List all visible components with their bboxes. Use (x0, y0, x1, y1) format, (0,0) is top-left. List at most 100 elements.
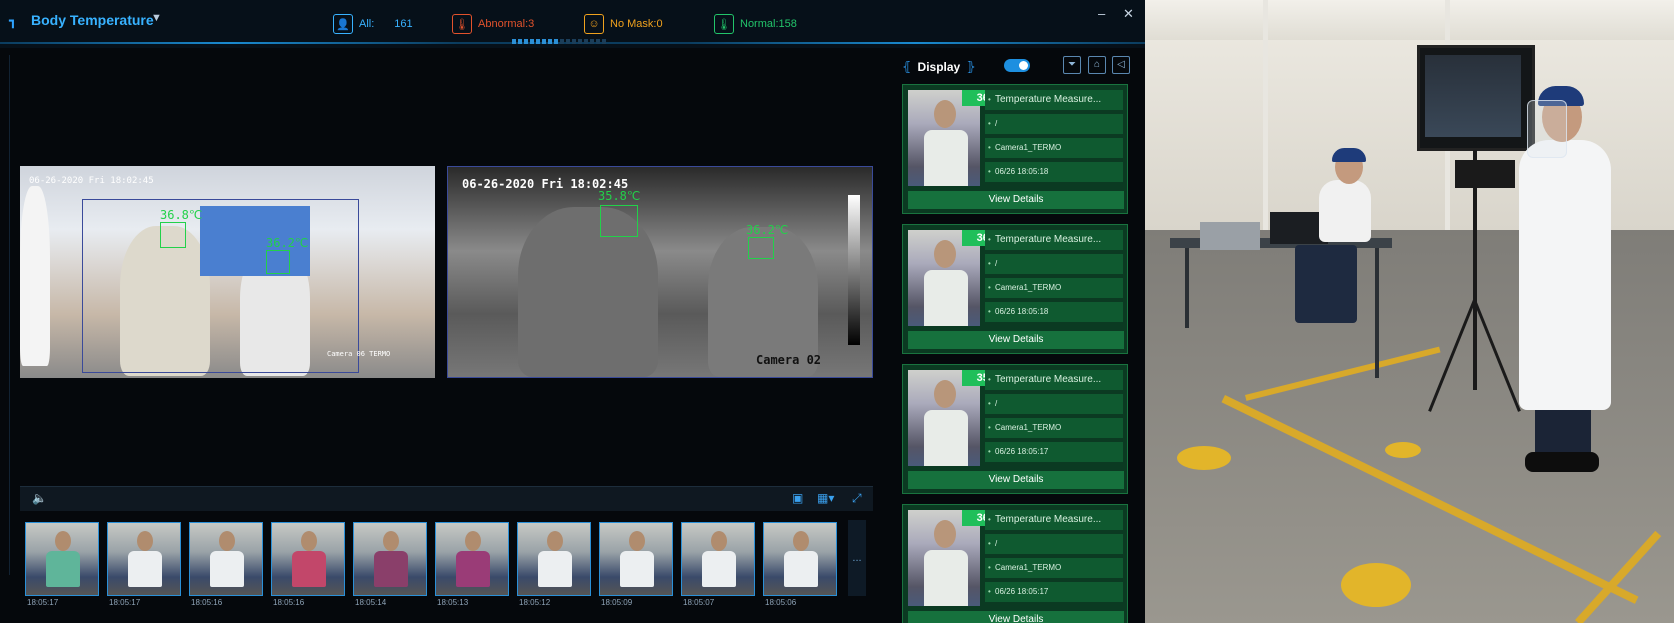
cam1-timestamp: 06-26-2020 Fri 18:02:45 (29, 176, 154, 186)
mask-face-icon: ☺ (584, 14, 604, 34)
face-box (266, 250, 290, 274)
capture-thumbnail[interactable]: 18:05:16 (187, 520, 265, 610)
thumbnail-image (271, 522, 345, 596)
thumbnail-time: 18:05:14 (355, 598, 387, 607)
page-indicator (512, 39, 606, 44)
event-type: Temperature Measure... (985, 510, 1123, 530)
layout-icon[interactable]: ▦▾ (817, 491, 834, 505)
display-header: ⦃ Display ⦄ (902, 59, 976, 74)
event-camera: Camera1_TERMO (985, 418, 1123, 438)
capture-thumbnail[interactable]: 18:05:07 (679, 520, 757, 610)
more-thumbnails-button[interactable]: ... (848, 520, 866, 596)
event-camera: Camera1_TERMO (985, 138, 1123, 158)
stat-all-value: 161 (394, 18, 413, 30)
thumbnail-image (517, 522, 591, 596)
thumbnail-image (189, 522, 263, 596)
thermal-scale-bar (848, 195, 860, 345)
thumbnail-time: 18:05:17 (27, 598, 59, 607)
thumbnail-time: 18:05:13 (437, 598, 469, 607)
view-details-button[interactable]: View Details (908, 331, 1124, 349)
stat-normal: 🌡 Normal:158 (714, 14, 797, 34)
temperature-event-card[interactable]: 36.3 °CTemperature Measure.../Camera1_TE… (902, 224, 1128, 354)
minimize-button[interactable]: – (1098, 6, 1105, 21)
event-time: 06/26 18:05:17 (985, 442, 1123, 462)
thumbnail-image (599, 522, 673, 596)
playback-control-bar: 🔈 ▣ ▦▾ ⤢ (20, 486, 873, 511)
thermal-camera (1455, 160, 1515, 188)
thumbnail-time: 18:05:12 (519, 598, 551, 607)
temperature-event-card[interactable]: 35.2 °CTemperature Measure.../Camera1_TE… (902, 364, 1128, 494)
event-value: / (985, 254, 1123, 274)
view-details-button[interactable]: View Details (908, 471, 1124, 489)
display-label: Display (917, 60, 961, 74)
event-panel: ⦃Display⦄ ⏷ ⌂ ◁ 36.0 °CTemperature Measu… (888, 55, 1138, 623)
thumbnail-shirt (456, 551, 490, 587)
camera-view-visible[interactable]: 36.8℃ 36.2℃ 06-26-2020 Fri 18:02:45 Came… (20, 166, 435, 378)
sound-icon[interactable]: ◁ (1112, 56, 1130, 74)
event-type: Temperature Measure... (985, 370, 1123, 390)
capture-thumbnail[interactable]: 18:05:14 (351, 520, 429, 610)
distance-marker (1177, 446, 1231, 470)
thermometer-normal-icon: 🌡 (714, 14, 734, 34)
close-button[interactable]: ✕ (1123, 6, 1134, 22)
stat-normal-text: Normal:158 (740, 18, 797, 30)
thumbnail-image (25, 522, 99, 596)
event-camera: Camera1_TERMO (985, 558, 1123, 578)
thumbnail-image (763, 522, 837, 596)
title-dropdown-icon[interactable]: ▼ (151, 12, 162, 24)
event-type: Temperature Measure... (985, 90, 1123, 110)
thumbnail-image (107, 522, 181, 596)
capture-thumbnail[interactable]: 18:05:17 (105, 520, 183, 610)
event-value: / (985, 394, 1123, 414)
menu-corner-icon: ┓ (9, 13, 17, 28)
capture-thumbnail[interactable]: 18:05:17 (23, 520, 101, 610)
stat-no-mask-text: No Mask:0 (610, 18, 663, 30)
cam2-timestamp: 06-26-2020 Fri 18:02:45 (462, 177, 629, 191)
filter-icon[interactable]: ⏷ (1063, 56, 1081, 74)
thumbnail-time: 18:05:07 (683, 598, 715, 607)
face-shield (1527, 100, 1567, 158)
capture-thumbnail[interactable]: 18:05:09 (597, 520, 675, 610)
temp-label: 36.2℃ (746, 223, 789, 237)
capture-thumbnail[interactable]: 18:05:16 (269, 520, 347, 610)
top-bar: ┓ Body Temperature ▼ 👤 All: 161 🌡 Abnorm… (0, 0, 1145, 48)
temp-label: 35.8℃ (598, 189, 641, 203)
display-toggle[interactable] (1004, 59, 1030, 72)
thumbnail-image (353, 522, 427, 596)
capture-thumbnail[interactable]: 18:05:13 (433, 520, 511, 610)
stat-abnormal-text: Abnormal:3 (478, 18, 535, 30)
seated-operator (1319, 180, 1371, 242)
thumbnail-shirt (538, 551, 572, 587)
camera-view-thermal[interactable]: 35.8℃ 36.2℃ 06-26-2020 Fri 18:02:45 Came… (447, 166, 873, 378)
thumbnail-shirt (784, 551, 818, 587)
view-details-button[interactable]: View Details (908, 191, 1124, 209)
view-details-button[interactable]: View Details (908, 611, 1124, 623)
thumbnail-shirt (46, 551, 80, 587)
temperature-event-card[interactable]: 36.0 °CTemperature Measure.../Camera1_TE… (902, 84, 1128, 214)
body-temperature-app: ┓ Body Temperature ▼ 👤 All: 161 🌡 Abnorm… (0, 0, 1145, 623)
capture-thumbnail[interactable]: 18:05:06 (761, 520, 839, 610)
event-type: Temperature Measure... (985, 230, 1123, 250)
face-box (600, 205, 638, 237)
scene-photograph (1145, 0, 1674, 623)
thumbnail-time: 18:05:16 (273, 598, 305, 607)
stat-abnormal: 🌡 Abnormal:3 (452, 14, 534, 34)
thumbnail-time: 18:05:09 (601, 598, 633, 607)
thumbnail-shirt (702, 551, 736, 587)
temperature-event-card[interactable]: 36.0 °CTemperature Measure.../Camera1_TE… (902, 504, 1128, 623)
capture-thumbnail[interactable]: 18:05:12 (515, 520, 593, 610)
event-time: 06/26 18:05:18 (985, 162, 1123, 182)
fullscreen-icon[interactable]: ⤢ (852, 491, 862, 506)
thumbnail-shirt (210, 551, 244, 587)
temp-label: 36.8℃ (160, 208, 203, 222)
thermometer-alert-icon: 🌡 (452, 14, 472, 34)
thumbnail-image (435, 522, 509, 596)
thumbnail-shirt (292, 551, 326, 587)
snapshot-icon[interactable]: ▣ (792, 491, 803, 505)
thumbnail-shirt (128, 551, 162, 587)
volume-icon[interactable]: 🔈 (32, 491, 47, 505)
app-title[interactable]: Body Temperature (31, 12, 154, 28)
cam1-name: Camera 06 TERMO (327, 350, 391, 358)
alarm-icon[interactable]: ⌂ (1088, 56, 1106, 74)
event-time: 06/26 18:05:17 (985, 582, 1123, 602)
